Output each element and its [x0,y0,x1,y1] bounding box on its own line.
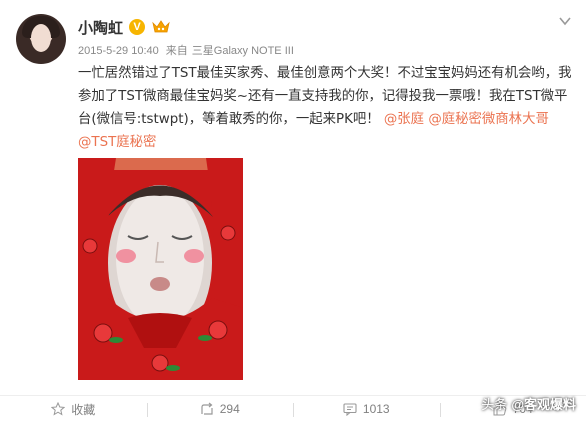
mention-link[interactable]: @张庭 [384,112,424,127]
watermark-brand: 头条 [481,396,508,412]
star-icon [51,402,66,416]
weibo-post: 小陶虹 V 2015-5-29 10:40 来自 三星Galaxy NOTE II… [0,0,586,422]
author-row: 小陶虹 V [78,16,171,38]
watermark: 头条 @客观爆料 [481,392,576,414]
mention-link[interactable]: @TST庭秘密 [78,135,156,150]
comment-count: 1013 [362,402,390,416]
comment-icon [343,403,357,416]
source-prefix: 来自 [165,45,188,57]
verified-icon[interactable]: V [129,19,146,35]
favorite-label: 收藏 [71,402,96,417]
post-photo[interactable] [78,158,243,380]
repost-button[interactable]: 294 [146,396,294,422]
repost-count: 294 [219,402,240,416]
comment-button[interactable]: 1013 [293,396,440,422]
watermark-handle: @客观爆料 [511,396,576,412]
mention-link[interactable]: @庭秘密微商林大哥 [428,112,549,127]
device-source[interactable]: 三星Galaxy NOTE III [192,45,294,57]
post-meta: 2015-5-29 10:40 来自 三星Galaxy NOTE III [78,42,294,58]
post-text: 一忙居然错过了TST最佳买家秀、最佳创意两个大奖！不过宝宝妈妈还有机会哟，我参加… [78,62,578,154]
post-timestamp[interactable]: 2015-5-29 10:40 [78,45,159,57]
chevron-down-icon[interactable] [558,14,572,28]
avatar[interactable] [16,14,66,64]
favorite-button[interactable]: 收藏 [0,396,147,422]
vip-badge-icon[interactable] [151,19,171,35]
repost-icon [201,402,213,415]
username[interactable]: 小陶虹 [78,17,123,38]
